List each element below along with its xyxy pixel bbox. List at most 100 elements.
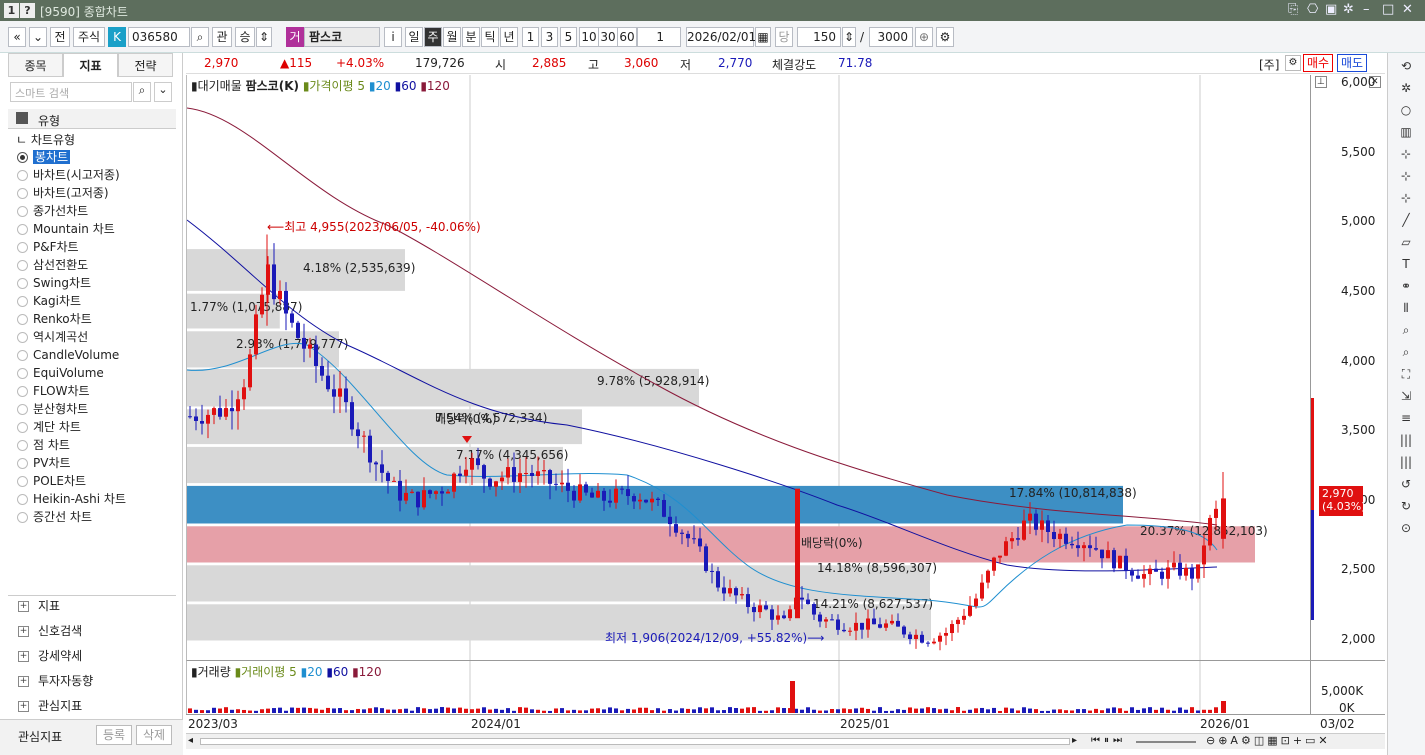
- chart-type-item[interactable]: Swing차트: [17, 275, 91, 292]
- radio-icon[interactable]: [17, 260, 28, 271]
- seung-button[interactable]: 승: [235, 27, 255, 47]
- count-input[interactable]: 150: [797, 27, 841, 47]
- drawing-tool-icon[interactable]: ⚭: [1397, 277, 1415, 295]
- pin-icon[interactable]: ⎘: [1288, 2, 1298, 17]
- chart-type-item[interactable]: POLE차트: [17, 473, 86, 490]
- nav-prev-button[interactable]: «: [8, 27, 26, 47]
- chart-type-item[interactable]: Heikin-Ashi 차트: [17, 491, 126, 508]
- interval-button[interactable]: 5: [560, 27, 577, 47]
- sell-button[interactable]: 매도: [1337, 54, 1367, 72]
- chart-type-item[interactable]: CandleVolume: [17, 347, 119, 364]
- chart-scrollbar[interactable]: ◂ ▸ ⏮⏸⏭ ⊖⊕A⚙◫▦⊡+▭✕: [186, 733, 1385, 749]
- radio-icon[interactable]: [17, 458, 28, 469]
- date-input[interactable]: 2026/02/01: [686, 27, 756, 47]
- chart-type-item[interactable]: Renko차트: [17, 311, 92, 328]
- drawing-tool-icon[interactable]: ⊙: [1397, 519, 1415, 537]
- buy-button[interactable]: 매수: [1303, 54, 1333, 72]
- chart-type-item[interactable]: PV차트: [17, 455, 71, 472]
- gear-icon[interactable]: ⚙: [1285, 55, 1301, 71]
- radio-icon[interactable]: [17, 224, 28, 235]
- market-k-badge[interactable]: K: [108, 27, 126, 47]
- interval-button[interactable]: 3: [541, 27, 558, 47]
- dang-button[interactable]: 당: [775, 27, 793, 47]
- radio-icon[interactable]: [17, 206, 28, 217]
- interval-button[interactable]: 10: [579, 27, 599, 47]
- radio-icon[interactable]: [17, 188, 28, 199]
- radio-icon[interactable]: [17, 386, 28, 397]
- expand-plus-icon[interactable]: +: [18, 701, 29, 712]
- window-badge[interactable]: 1: [4, 3, 19, 18]
- delete-button[interactable]: 삭제: [136, 725, 172, 745]
- drawing-tool-icon[interactable]: ⌕: [1397, 321, 1415, 339]
- scroll-right-icon[interactable]: ▸: [1072, 735, 1077, 746]
- chart-mode-button[interactable]: 전: [50, 27, 70, 47]
- tab-strategy[interactable]: 전략: [118, 53, 173, 77]
- close-icon[interactable]: ✕: [1402, 2, 1413, 17]
- drawing-tool-icon[interactable]: ⊹: [1397, 167, 1415, 185]
- drawing-tool-icon[interactable]: ⊹: [1397, 189, 1415, 207]
- radio-icon[interactable]: [17, 422, 28, 433]
- scale-icon[interactable]: ⊥: [1315, 76, 1327, 88]
- chart-type-item[interactable]: P&F차트: [17, 239, 79, 256]
- tab-stock[interactable]: 종목: [8, 53, 63, 77]
- chart-type-item[interactable]: 점 차트: [17, 437, 70, 454]
- drawing-tool-icon[interactable]: ⫴: [1397, 299, 1415, 317]
- chart-type-item[interactable]: 종가선차트: [17, 203, 88, 220]
- drawing-tool-icon[interactable]: ≡: [1397, 409, 1415, 427]
- market-select[interactable]: 주식: [73, 27, 105, 47]
- link-icon[interactable]: ⎔: [1307, 2, 1318, 17]
- radio-icon[interactable]: [17, 476, 28, 487]
- expand-plus-icon[interactable]: +: [18, 601, 29, 612]
- radio-icon[interactable]: [17, 152, 28, 163]
- chart-type-item[interactable]: Mountain 차트: [17, 221, 115, 238]
- chart-type-item[interactable]: 분산형차트: [17, 401, 88, 418]
- chart-type-item[interactable]: 증간선 차트: [17, 509, 92, 526]
- expand-icon[interactable]: ⌄: [154, 82, 172, 102]
- interval-button[interactable]: 60: [617, 27, 637, 47]
- stock-code-input[interactable]: 036580: [128, 27, 190, 47]
- drawing-tool-icon[interactable]: ▥: [1397, 123, 1415, 141]
- smart-search-input[interactable]: 스마트 검색: [10, 82, 132, 102]
- chart-type-item[interactable]: EquiVolume: [17, 365, 104, 382]
- period-button[interactable]: 년: [500, 27, 518, 47]
- chart-type-item[interactable]: Kagi차트: [17, 293, 81, 310]
- register-button[interactable]: 등록: [96, 725, 132, 745]
- radio-icon[interactable]: [17, 404, 28, 415]
- drawing-tool-icon[interactable]: ▱: [1397, 233, 1415, 251]
- gear-icon[interactable]: ⚙: [936, 27, 954, 47]
- radio-icon[interactable]: [17, 314, 28, 325]
- radio-icon[interactable]: [17, 278, 28, 289]
- chart-type-item[interactable]: 봉차트: [17, 149, 71, 166]
- chart-type-item[interactable]: 바차트(고저종): [17, 185, 109, 202]
- chart-type-item[interactable]: 삼선전환도: [17, 257, 88, 274]
- scroll-left-icon[interactable]: ◂: [188, 735, 193, 746]
- drawing-tool-icon[interactable]: ╱: [1397, 211, 1415, 229]
- chart-type-item[interactable]: FLOW차트: [17, 383, 90, 400]
- drawing-tool-icon[interactable]: ○: [1397, 101, 1415, 119]
- tab-indicator[interactable]: 지표: [63, 53, 118, 77]
- drawing-tool-icon[interactable]: |||: [1397, 431, 1415, 449]
- unit-select[interactable]: 1: [637, 27, 681, 47]
- expand-plus-icon[interactable]: +: [18, 676, 29, 687]
- volume-chart[interactable]: ▮거래량 ▮거래이평 5 ▮20 ▮60 ▮120: [186, 660, 1310, 715]
- expand-plus-icon[interactable]: +: [18, 626, 29, 637]
- period-button[interactable]: 일: [405, 27, 423, 47]
- info-button[interactable]: i: [384, 27, 402, 47]
- group-item[interactable]: + 지표: [18, 596, 60, 616]
- drawing-tool-icon[interactable]: ⛶: [1397, 365, 1415, 383]
- scroll-thumb[interactable]: [200, 738, 1070, 745]
- radio-icon[interactable]: [17, 296, 28, 307]
- search-icon[interactable]: ⌕: [191, 27, 209, 47]
- help-icon[interactable]: ?: [20, 3, 35, 18]
- period-button[interactable]: 월: [443, 27, 461, 47]
- speed-slider[interactable]: [1136, 741, 1196, 743]
- drawing-tool-icon[interactable]: ⇲: [1397, 387, 1415, 405]
- period-button[interactable]: 주: [424, 27, 442, 47]
- playback-icon[interactable]: ⏮⏸⏭: [1091, 735, 1126, 746]
- drawing-tool-icon[interactable]: |||: [1397, 453, 1415, 471]
- minimize-icon[interactable]: –: [1363, 2, 1370, 17]
- zoom-controls-icon[interactable]: ⊖⊕A⚙◫▦⊡+▭✕: [1206, 734, 1331, 747]
- camera-icon[interactable]: ▣: [1325, 2, 1337, 17]
- calendar-icon[interactable]: ▦: [755, 27, 771, 47]
- radio-icon[interactable]: [17, 440, 28, 451]
